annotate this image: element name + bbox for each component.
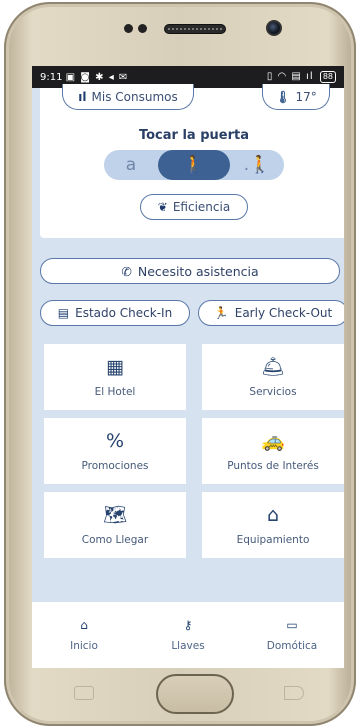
door-knock-toggle[interactable]: a 🚶 .🚶 <box>104 150 284 180</box>
person-door-icon: 🚶 <box>183 155 205 175</box>
phone-frame: 9:11 ▣ ◙ ✱ ◂ ✉ ▯ ◠ ▤ ıl 88 ıl Mis Consum… <box>4 2 356 726</box>
tile-como-llegar[interactable]: 🗺 Como Llegar <box>44 492 186 558</box>
early-checkout-label: Early Check-Out <box>234 306 333 320</box>
sensor-dot <box>124 24 133 33</box>
temperature-value: 17° <box>295 89 317 104</box>
status-right-icons: ▯ ◠ ▤ ıl <box>266 71 314 82</box>
early-checkout-button[interactable]: 🏃 Early Check-Out <box>198 300 344 326</box>
running-person-icon: 🏃 <box>213 306 229 320</box>
temperature-button[interactable]: 🌡 17° <box>262 84 330 110</box>
mis-consumos-button[interactable]: ıl Mis Consumos <box>62 84 194 110</box>
eficiencia-label: Eficiencia <box>172 200 231 214</box>
tile-promociones[interactable]: % Promociones <box>44 418 186 484</box>
tile-servicios[interactable]: 🛎 Servicios <box>202 344 344 410</box>
tile-label: Servicios <box>249 386 297 398</box>
nav-domotica[interactable]: ▭ Domótica <box>240 602 344 668</box>
bottom-nav: ⌂ Inicio ⚷ Llaves ▭ Domótica <box>32 602 344 668</box>
map-marker-icon: 🗺 <box>102 504 128 526</box>
tile-puntos-de-interes[interactable]: 🚕 Puntos de Interés <box>202 418 344 484</box>
taxi-icon: 🚕 <box>261 430 285 452</box>
nav-label: Inicio <box>70 640 98 652</box>
status-time: 9:11 <box>40 71 63 83</box>
nav-inicio[interactable]: ⌂ Inicio <box>32 602 136 668</box>
person-leaving-icon: .🚶 <box>243 155 271 175</box>
door-card: ıl Mis Consumos 🌡 17° Tocar la puerta a … <box>40 84 344 238</box>
asistencia-label: Necesito asistencia <box>137 263 259 279</box>
screen: 9:11 ▣ ◙ ✱ ◂ ✉ ▯ ◠ ▤ ıl 88 ıl Mis Consum… <box>32 66 344 668</box>
recent-apps-key[interactable] <box>74 686 94 700</box>
percent-icon: % <box>105 430 125 452</box>
tile-equipamiento[interactable]: ⌂ Equipamiento <box>202 492 344 558</box>
sensor-dot <box>138 24 147 33</box>
phone-icon: ✆ <box>121 263 132 279</box>
concierge-bell-icon: 🛎 <box>260 356 286 378</box>
nav-label: Llaves <box>171 640 205 652</box>
battery-icon: 88 <box>319 71 336 83</box>
bed-icon: ▭ <box>286 618 298 632</box>
nav-label: Domótica <box>266 640 318 652</box>
main-content: ıl Mis Consumos 🌡 17° Tocar la puerta a … <box>32 84 344 602</box>
checkin-label: Estado Check-In <box>75 306 173 320</box>
mis-consumos-label: Mis Consumos <box>91 89 178 104</box>
door-option-center[interactable]: 🚶 <box>158 150 230 180</box>
home-icon: ⌂ <box>80 618 88 632</box>
key-icon: ⚷ <box>183 618 193 632</box>
earpiece-speaker <box>164 24 226 34</box>
back-key[interactable] <box>284 686 304 700</box>
thermometer-icon: 🌡 <box>275 89 291 104</box>
tile-label: El Hotel <box>94 386 136 398</box>
tile-label: Como Llegar <box>81 534 149 546</box>
tile-label: Equipamiento <box>236 534 310 546</box>
tile-label: Promociones <box>81 460 149 472</box>
tile-el-hotel[interactable]: ▦ El Hotel <box>44 344 186 410</box>
id-card-icon: ▤ <box>57 306 70 320</box>
bar-chart-icon: ıl <box>78 89 87 104</box>
tile-label: Puntos de Interés <box>227 460 319 472</box>
leaf-icon: ❦ <box>157 200 168 214</box>
eficiencia-button[interactable]: ❦ Eficiencia <box>140 194 248 220</box>
door-title: Tocar la puerta <box>138 128 250 143</box>
house-icon: ⌂ <box>266 504 280 526</box>
door-option-left[interactable]: a <box>104 150 158 180</box>
status-left-icons: ▣ ◙ ✱ ◂ ✉ <box>65 71 129 83</box>
door-option-right[interactable]: .🚶 <box>230 150 284 180</box>
asistencia-button[interactable]: ✆ Necesito asistencia <box>40 258 340 284</box>
home-hardware-button[interactable] <box>156 674 234 714</box>
hotel-icon: ▦ <box>106 356 124 378</box>
door-closed-icon: a <box>125 155 137 175</box>
nav-llaves[interactable]: ⚷ Llaves <box>136 602 240 668</box>
front-camera <box>266 20 282 36</box>
checkin-button[interactable]: ▤ Estado Check-In <box>40 300 190 326</box>
